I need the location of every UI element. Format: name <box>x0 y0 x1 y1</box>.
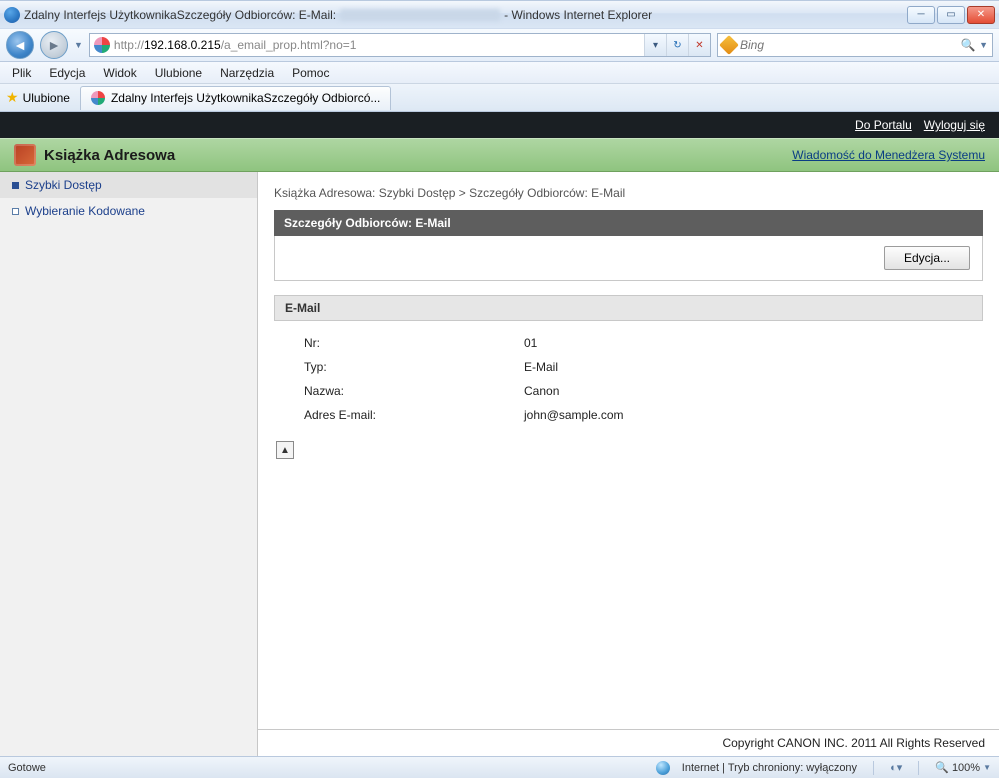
close-button[interactable]: ✕ <box>967 6 995 24</box>
table-row: Nazwa: Canon <box>304 379 953 403</box>
field-label-typ: Typ: <box>304 360 524 374</box>
address-book-icon <box>14 144 36 166</box>
window-title-suffix: - Windows Internet Explorer <box>504 8 652 22</box>
system-manager-message-link[interactable]: Wiadomość do Menedżera Systemu <box>792 148 985 162</box>
menu-ulubione[interactable]: Ulubione <box>147 64 210 82</box>
zoom-value: 100% <box>952 762 980 774</box>
address-bar[interactable]: http://192.168.0.215/a_email_prop.html?n… <box>89 33 711 57</box>
search-button[interactable]: 🔍 <box>957 38 979 52</box>
field-value-nazwa: Canon <box>524 384 559 398</box>
security-zone-text: Internet | Tryb chroniony: wyłączony <box>682 762 857 774</box>
details-table: Nr: 01 Typ: E-Mail Nazwa: Canon Adres E-… <box>274 321 983 437</box>
zoom-icon: 🔍 <box>935 761 949 774</box>
window-title-prefix: Zdalny Interfejs UżytkownikaSzczegóły Od… <box>24 8 336 22</box>
browser-tab[interactable]: Zdalny Interfejs UżytkownikaSzczegóły Od… <box>80 86 391 110</box>
browser-navbar: ◄ ► ▼ http://192.168.0.215/a_email_prop.… <box>0 28 999 62</box>
minimize-button[interactable]: ─ <box>907 6 935 24</box>
edit-button[interactable]: Edycja... <box>884 246 970 270</box>
forward-button[interactable]: ► <box>40 31 68 59</box>
status-bar: Gotowe Internet | Tryb chroniony: wyłącz… <box>0 756 999 778</box>
panel-header: Szczegóły Odbiorców: E-Mail <box>274 210 983 236</box>
portal-link[interactable]: Do Portalu <box>855 118 912 132</box>
field-value-typ: E-Mail <box>524 360 558 374</box>
stop-button[interactable]: ✕ <box>688 34 710 56</box>
favorites-label[interactable]: Ulubione <box>23 91 70 105</box>
scroll-top-button[interactable]: ▲ <box>276 441 294 459</box>
sidebar-item-coded-dial[interactable]: Wybieranie Kodowane <box>0 198 257 224</box>
bing-icon <box>719 35 739 55</box>
sidebar: Szybki Dostęp Wybieranie Kodowane <box>0 172 258 756</box>
url-path: /a_email_prop.html?no=1 <box>221 38 357 52</box>
sidebar-item-label: Szybki Dostęp <box>25 178 102 192</box>
table-row: Nr: 01 <box>304 331 953 355</box>
menu-plik[interactable]: Plik <box>4 64 39 82</box>
menu-widok[interactable]: Widok <box>95 64 144 82</box>
url-host: 192.168.0.215 <box>144 38 221 52</box>
field-label-nazwa: Nazwa: <box>304 384 524 398</box>
menu-bar: Plik Edycja Widok Ulubione Narzędzia Pom… <box>0 62 999 84</box>
page-content: Do Portalu Wyloguj się Książka Adresowa … <box>0 112 999 756</box>
ie-icon <box>4 7 20 23</box>
green-header: Książka Adresowa Wiadomość do Menedżera … <box>0 138 999 172</box>
main-area: Książka Adresowa: Szybki Dostęp > Szczeg… <box>258 172 999 756</box>
sidebar-item-label: Wybieranie Kodowane <box>25 204 145 218</box>
panel-toolbar: Edycja... <box>274 236 983 281</box>
star-icon: ★ <box>6 89 19 106</box>
section-header-email: E-Mail <box>274 295 983 321</box>
page-title: Książka Adresowa <box>44 147 175 164</box>
site-icon <box>94 37 110 53</box>
table-row: Adres E-mail: john@sample.com <box>304 403 953 427</box>
bullet-icon <box>12 208 19 215</box>
search-box[interactable]: 🔍 ▼ <box>717 33 993 57</box>
copyright-text: Copyright CANON INC. 2011 All Rights Res… <box>258 729 999 756</box>
field-value-nr: 01 <box>524 336 537 350</box>
separator <box>873 761 874 775</box>
menu-edycja[interactable]: Edycja <box>41 64 93 82</box>
back-button[interactable]: ◄ <box>6 31 34 59</box>
globe-icon <box>656 761 670 775</box>
top-black-bar: Do Portalu Wyloguj się <box>0 112 999 138</box>
refresh-button[interactable]: ↻ <box>666 34 688 56</box>
status-text: Gotowe <box>8 762 46 774</box>
window-titlebar: Zdalny Interfejs UżytkownikaSzczegóły Od… <box>0 0 999 28</box>
separator <box>918 761 919 775</box>
logout-link[interactable]: Wyloguj się <box>924 118 985 132</box>
protected-mode-toggle[interactable]: ◐▾ <box>890 761 902 774</box>
field-label-nr: Nr: <box>304 336 524 350</box>
tab-title: Zdalny Interfejs UżytkownikaSzczegóły Od… <box>111 91 380 105</box>
favorites-bar: ★ Ulubione Zdalny Interfejs UżytkownikaS… <box>0 84 999 112</box>
table-row: Typ: E-Mail <box>304 355 953 379</box>
bullet-icon <box>12 182 19 189</box>
maximize-button[interactable]: ▭ <box>937 6 965 24</box>
url-dropdown-button[interactable]: ▾ <box>644 34 666 56</box>
field-value-adres: john@sample.com <box>524 408 624 422</box>
menu-pomoc[interactable]: Pomoc <box>284 64 337 82</box>
field-label-adres: Adres E-mail: <box>304 408 524 422</box>
tab-favicon <box>91 91 105 105</box>
search-input[interactable] <box>740 38 957 52</box>
menu-narzedzia[interactable]: Narzędzia <box>212 64 282 82</box>
sidebar-item-quick-access[interactable]: Szybki Dostęp <box>0 172 257 198</box>
url-scheme: http:// <box>114 38 144 52</box>
redacted-title-segment <box>340 9 500 21</box>
breadcrumb: Książka Adresowa: Szybki Dostęp > Szczeg… <box>274 186 983 200</box>
url-input[interactable]: http://192.168.0.215/a_email_prop.html?n… <box>114 34 644 56</box>
zoom-control[interactable]: 🔍 100% ▼ <box>935 761 991 774</box>
